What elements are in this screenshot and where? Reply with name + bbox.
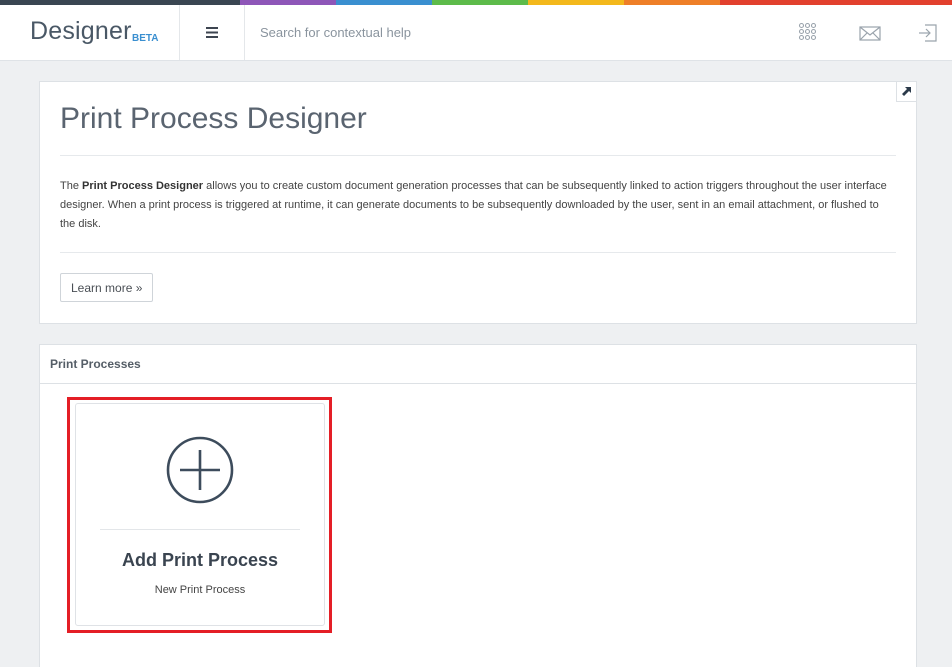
- brand-name: Designer: [30, 17, 132, 45]
- intro-description: The Print Process Designer allows you to…: [60, 177, 896, 234]
- panel-title: Print Processes: [50, 357, 141, 371]
- card-subtitle: New Print Process: [154, 584, 246, 596]
- menu-toggle-button[interactable]: [180, 5, 245, 60]
- plus-circle-icon: [166, 436, 234, 504]
- grid-dots-icon[interactable]: [798, 22, 820, 44]
- top-navbar: Designer BETA: [0, 5, 952, 61]
- page-title: Print Process Designer: [60, 102, 367, 135]
- card-title: Add Print Process: [121, 550, 279, 570]
- panel-header: Print Processes: [40, 345, 916, 384]
- description-text: The: [60, 180, 83, 192]
- description-emphasis: Print Process Designer: [82, 180, 204, 192]
- search-input[interactable]: [246, 5, 766, 60]
- divider: [60, 252, 896, 253]
- add-print-process-card[interactable]: Add Print Process New Print Process: [75, 403, 325, 626]
- sign-out-icon[interactable]: [917, 22, 939, 44]
- hamburger-icon: [206, 27, 218, 38]
- envelope-icon[interactable]: [859, 22, 881, 44]
- expand-button[interactable]: [896, 82, 916, 102]
- divider: [100, 529, 300, 530]
- intro-panel: Print Process Designer The Print Process…: [39, 81, 917, 324]
- learn-more-button[interactable]: Learn more »: [60, 273, 154, 302]
- brand[interactable]: Designer BETA: [0, 5, 180, 60]
- divider: [60, 155, 896, 156]
- beta-badge: BETA: [132, 33, 159, 44]
- expand-arrow-icon: [902, 87, 911, 96]
